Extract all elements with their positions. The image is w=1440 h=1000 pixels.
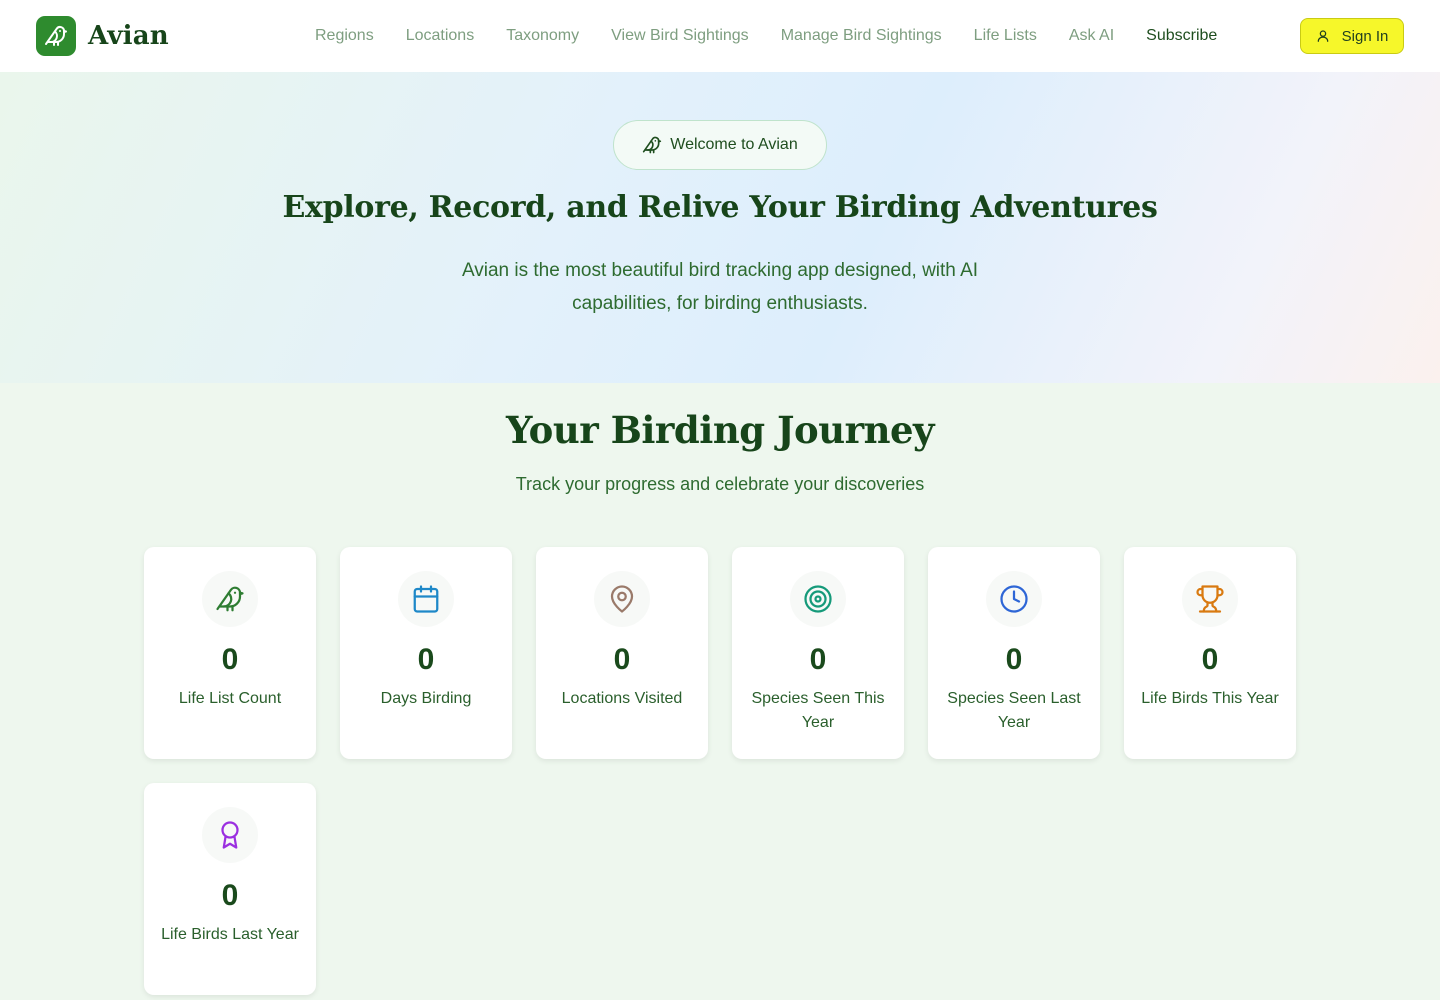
stat-label: Life Birds This Year xyxy=(1141,690,1279,707)
stat-value: 0 xyxy=(809,643,827,676)
stat-label: Species Seen Last Year xyxy=(947,690,1081,731)
nav-locations[interactable]: Locations xyxy=(406,27,475,45)
sign-in-button[interactable]: Sign In xyxy=(1300,18,1404,54)
stat-label: Locations Visited xyxy=(561,690,683,707)
stat-label: Days Birding xyxy=(380,690,472,707)
stat-card-life-birds-last-year: 0 Life Birds Last Year xyxy=(144,783,316,995)
bird-icon xyxy=(202,571,258,627)
welcome-badge-label: Welcome to Avian xyxy=(670,136,798,153)
brand[interactable]: Avian xyxy=(36,16,169,56)
clock-icon xyxy=(986,571,1042,627)
stat-card-life-birds-this-year: 0 Life Birds This Year xyxy=(1124,547,1296,759)
stat-value: 0 xyxy=(417,643,435,676)
bird-icon xyxy=(643,136,662,154)
top-navigation-bar: Avian Regions Locations Taxonomy View Bi… xyxy=(0,0,1440,72)
calendar-icon xyxy=(398,571,454,627)
nav-regions[interactable]: Regions xyxy=(315,27,374,45)
trophy-icon xyxy=(1182,571,1238,627)
stat-card-life-list-count: 0 Life List Count xyxy=(144,547,316,759)
award-icon xyxy=(202,807,258,863)
nav-subscribe[interactable]: Subscribe xyxy=(1146,27,1217,45)
journey-subtitle: Track your progress and celebrate your d… xyxy=(515,474,925,494)
nav-life-lists[interactable]: Life Lists xyxy=(974,27,1037,45)
brand-name: Avian xyxy=(88,21,169,51)
stat-value: 0 xyxy=(1201,643,1219,676)
stat-label: Species Seen This Year xyxy=(751,690,885,731)
stat-card-species-seen-last-year: 0 Species Seen Last Year xyxy=(928,547,1100,759)
hero-subtitle: Avian is the most beautiful bird trackin… xyxy=(461,260,979,314)
nav-manage-bird-sightings[interactable]: Manage Bird Sightings xyxy=(781,27,942,45)
stat-card-days-birding: 0 Days Birding xyxy=(340,547,512,759)
bird-icon xyxy=(36,16,76,56)
nav-ask-ai[interactable]: Ask AI xyxy=(1069,27,1114,45)
target-icon xyxy=(790,571,846,627)
main-nav: Regions Locations Taxonomy View Bird Sig… xyxy=(315,0,1217,72)
journey-title: Your Birding Journey xyxy=(505,408,935,452)
stat-label: Life Birds Last Year xyxy=(161,926,299,943)
user-icon xyxy=(1317,30,1328,42)
hero-section: Welcome to Avian Explore, Record, and Re… xyxy=(0,72,1440,383)
hero-title: Explore, Record, and Relive Your Birding… xyxy=(282,190,1158,225)
nav-taxonomy[interactable]: Taxonomy xyxy=(506,27,579,45)
stat-value: 0 xyxy=(613,643,631,676)
stat-value: 0 xyxy=(1005,643,1023,676)
stat-label: Life List Count xyxy=(178,690,282,707)
stat-value: 0 xyxy=(221,643,239,676)
sign-in-label: Sign In xyxy=(1341,27,1389,45)
nav-view-bird-sightings[interactable]: View Bird Sightings xyxy=(611,27,749,45)
stat-card-species-seen-this-year: 0 Species Seen This Year xyxy=(732,547,904,759)
map-pin-icon xyxy=(594,571,650,627)
stat-card-locations-visited: 0 Locations Visited xyxy=(536,547,708,759)
stat-value: 0 xyxy=(221,879,239,912)
welcome-badge: Welcome to Avian xyxy=(613,120,827,170)
